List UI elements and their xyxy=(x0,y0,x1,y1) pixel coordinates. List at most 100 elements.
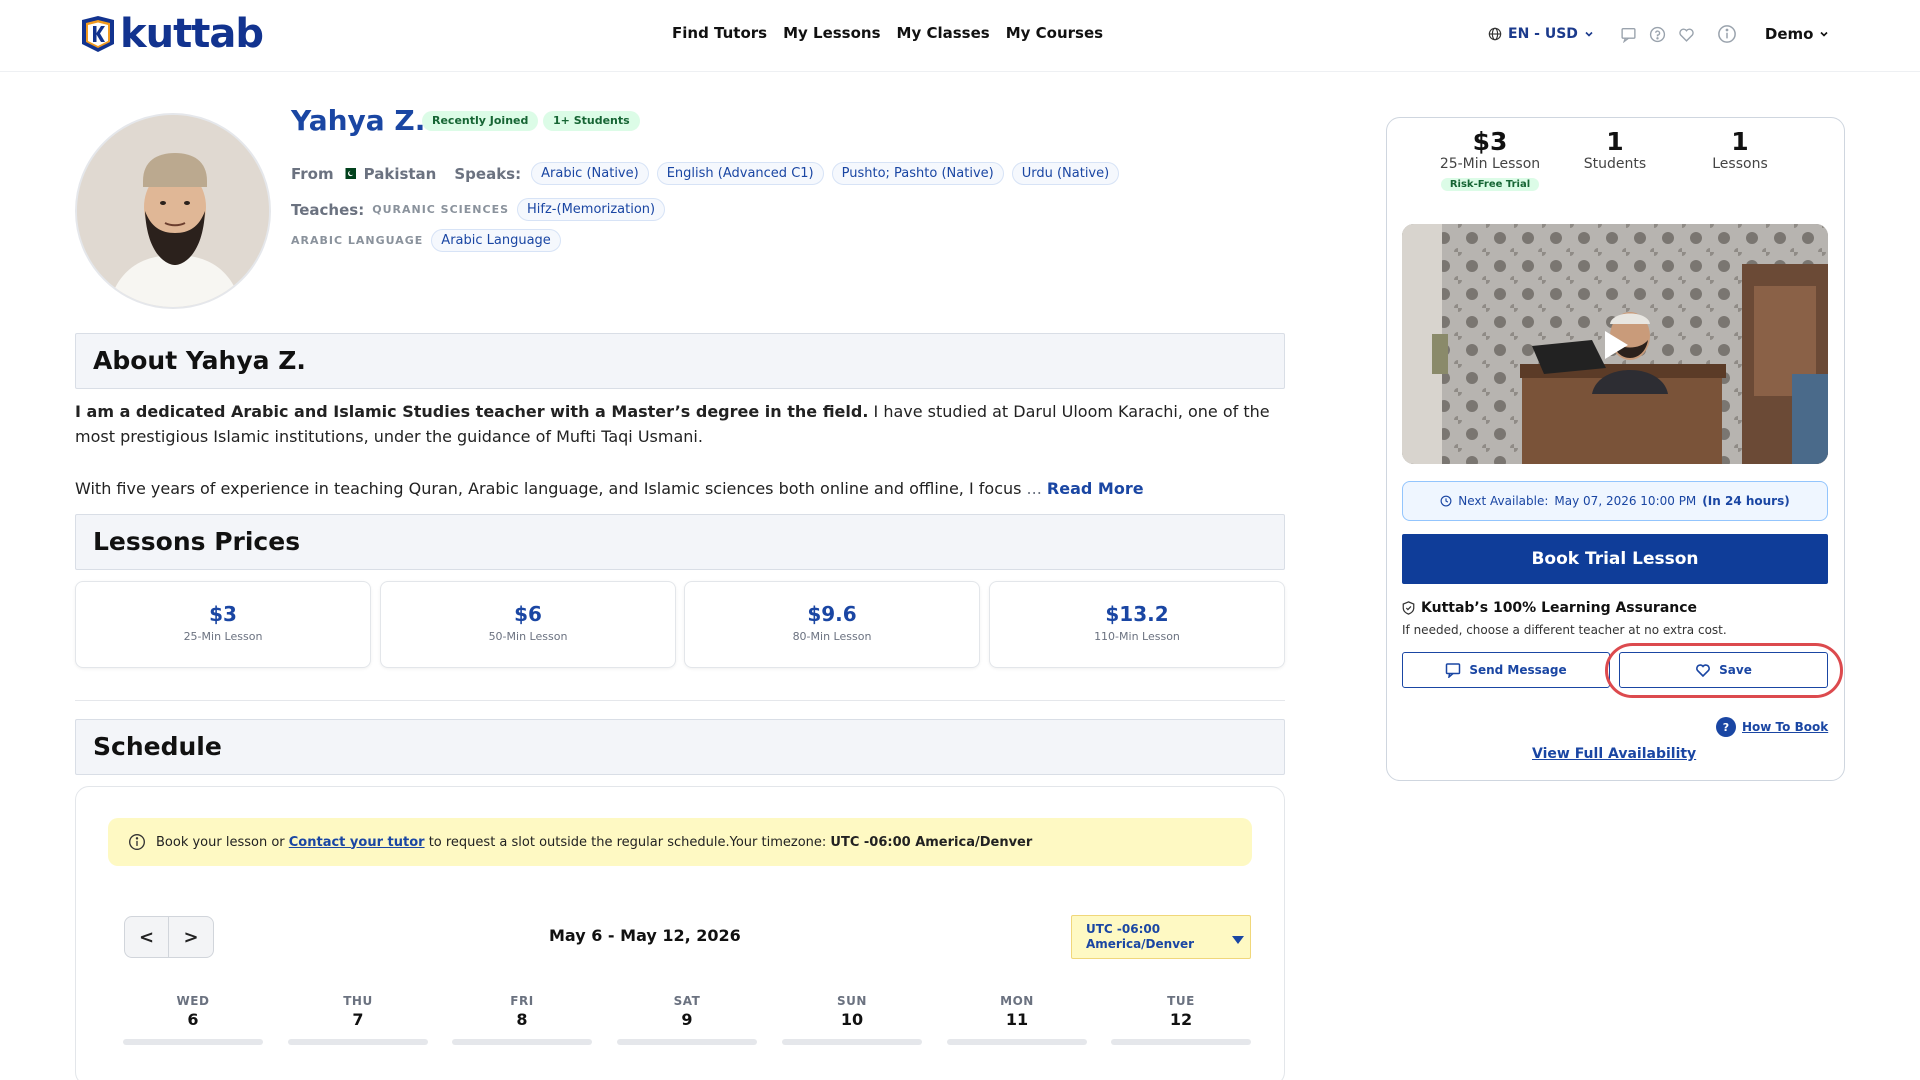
stat-value: 1 xyxy=(1606,127,1624,156)
stat-students: 1 Students xyxy=(1555,127,1675,172)
about-paragraph-2: With five years of experience in teachin… xyxy=(75,476,1285,501)
ellipsis: ... xyxy=(1021,479,1047,498)
schedule-notice: Book your lesson or Contact your tutor t… xyxy=(108,818,1252,866)
day-availability-bar xyxy=(1111,1039,1251,1045)
view-full-availability-link[interactable]: View Full Availability xyxy=(1532,746,1696,762)
day-availability-bar xyxy=(782,1039,922,1045)
about-paragraph-1: I am a dedicated Arabic and Islamic Stud… xyxy=(75,399,1285,449)
stat-label: Lessons xyxy=(1712,156,1768,172)
day-number: 10 xyxy=(840,1010,864,1029)
kuttab-logo[interactable]: kuttab xyxy=(78,14,264,54)
header-icons xyxy=(1620,24,1737,44)
from-label: From xyxy=(291,164,334,183)
country-name: Pakistan xyxy=(363,164,437,183)
send-message-label: Send Message xyxy=(1469,663,1567,677)
message-icon[interactable] xyxy=(1620,26,1637,43)
price-duration: 80-Min Lesson xyxy=(792,630,872,643)
price-duration: 25-Min Lesson xyxy=(183,630,263,643)
language-currency-selector[interactable]: EN - USD xyxy=(1488,26,1594,42)
pakistan-flag-icon xyxy=(341,168,356,179)
language-tag: Urdu (Native) xyxy=(1011,162,1120,185)
nav-my-lessons[interactable]: My Lessons xyxy=(783,24,880,42)
notice-timezone: UTC -06:00 America/Denver xyxy=(830,834,1033,850)
day-name: MON xyxy=(1000,994,1034,1008)
assurance-title: Kuttab’s 100% Learning Assurance xyxy=(1421,600,1698,616)
week-navigation: < > xyxy=(124,916,214,958)
help-icon[interactable] xyxy=(1649,26,1666,43)
read-more-link[interactable]: Read More xyxy=(1047,479,1144,498)
language-tag: English (Advanced C1) xyxy=(656,162,824,185)
chevron-down-icon xyxy=(1585,31,1593,37)
tutor-photo xyxy=(77,115,269,307)
day-column: SUN 10 xyxy=(782,994,922,1045)
day-column: SAT 9 xyxy=(617,994,757,1045)
heart-icon[interactable] xyxy=(1678,26,1695,43)
stat-price: $3 25-Min Lesson Risk-Free Trial xyxy=(1430,127,1550,191)
timezone-line-1: UTC -06:00 xyxy=(1086,922,1161,936)
header-right: EN - USD Demo xyxy=(1488,24,1829,44)
prev-week-button[interactable]: < xyxy=(125,917,170,957)
section-divider xyxy=(75,700,1285,701)
stat-value: 1 xyxy=(1731,127,1749,156)
next-week-button[interactable]: > xyxy=(169,917,213,957)
nav-my-classes[interactable]: My Classes xyxy=(897,24,990,42)
info-icon xyxy=(129,834,145,850)
user-menu[interactable]: Demo xyxy=(1765,25,1830,43)
how-to-book-label: How To Book xyxy=(1742,720,1829,734)
day-number: 6 xyxy=(187,1010,199,1029)
day-availability-bar xyxy=(288,1039,428,1045)
send-message-button[interactable]: Send Message xyxy=(1402,652,1610,688)
info-icon[interactable] xyxy=(1717,24,1737,44)
price-card[interactable]: $9.6 80-Min Lesson xyxy=(684,581,980,668)
teaches-row-2: ARABIC LANGUAGE Arabic Language xyxy=(291,229,561,252)
shield-icon xyxy=(1402,601,1415,615)
nav-find-tutors[interactable]: Find Tutors xyxy=(672,24,767,42)
nav-my-courses[interactable]: My Courses xyxy=(1006,24,1103,42)
stat-value: $3 xyxy=(1472,127,1508,156)
day-column: WED 6 xyxy=(123,994,263,1045)
timezone-line-2: America/Denver xyxy=(1086,937,1195,951)
assurance-subtitle: If needed, choose a different teacher at… xyxy=(1402,623,1727,637)
stat-lessons: 1 Lessons xyxy=(1680,127,1800,172)
price-card[interactable]: $6 50-Min Lesson xyxy=(380,581,676,668)
day-number: 9 xyxy=(681,1010,693,1029)
day-number: 7 xyxy=(352,1010,364,1029)
next-available-box: Next Available: May 07, 2026 10:00 PM (I… xyxy=(1402,481,1828,521)
price-value: $9.6 xyxy=(807,602,857,626)
dropdown-arrow-icon xyxy=(1232,936,1244,944)
how-to-book-link[interactable]: ? How To Book xyxy=(1716,717,1828,737)
subject-category: ARABIC LANGUAGE xyxy=(291,234,424,247)
day-column: TUE 12 xyxy=(1111,994,1251,1045)
timezone-select[interactable]: UTC -06:00 America/Denver xyxy=(1071,915,1251,959)
globe-icon xyxy=(1488,27,1502,41)
notice-text: Book your lesson or Contact your tutor t… xyxy=(156,835,1032,850)
help-badge-icon: ? xyxy=(1716,717,1736,737)
language-tag: Arabic (Native) xyxy=(531,162,649,185)
price-card[interactable]: $3 25-Min Lesson xyxy=(75,581,371,668)
contact-tutor-link[interactable]: Contact your tutor xyxy=(289,835,425,850)
price-duration: 110-Min Lesson xyxy=(1094,630,1180,643)
day-availability-bar xyxy=(947,1039,1087,1045)
teaches-label: Teaches: xyxy=(291,200,365,219)
price-duration: 50-Min Lesson xyxy=(488,630,568,643)
book-trial-lesson-button[interactable]: Book Trial Lesson xyxy=(1402,534,1828,584)
message-icon xyxy=(1446,663,1461,678)
subject-tag[interactable]: Arabic Language xyxy=(431,229,561,252)
about-bold-intro: I am a dedicated Arabic and Islamic Stud… xyxy=(75,402,869,421)
logo-mark-icon xyxy=(82,16,114,52)
speaks-label: Speaks: xyxy=(454,164,522,183)
clock-icon xyxy=(1440,495,1452,507)
play-icon[interactable] xyxy=(1594,325,1634,365)
day-column: FRI 8 xyxy=(452,994,592,1045)
day-number: 12 xyxy=(1169,1010,1193,1029)
teaches-row: Teaches: QURANIC SCIENCES Hifz-(Memoriza… xyxy=(291,198,666,221)
language-tag: Pushto; Pashto (Native) xyxy=(831,162,1004,185)
prices-section-header: Lessons Prices xyxy=(75,514,1285,570)
price-value: $13.2 xyxy=(1105,602,1169,626)
risk-free-badge: Risk-Free Trial xyxy=(1440,178,1540,191)
prices-title: Lessons Prices xyxy=(93,527,301,556)
price-card[interactable]: $13.2 110-Min Lesson xyxy=(989,581,1285,668)
next-available-label: Next Available: xyxy=(1458,494,1549,508)
notice-post: to request a slot outside the regular sc… xyxy=(424,834,831,850)
subject-tag[interactable]: Hifz-(Memorization) xyxy=(517,198,666,221)
